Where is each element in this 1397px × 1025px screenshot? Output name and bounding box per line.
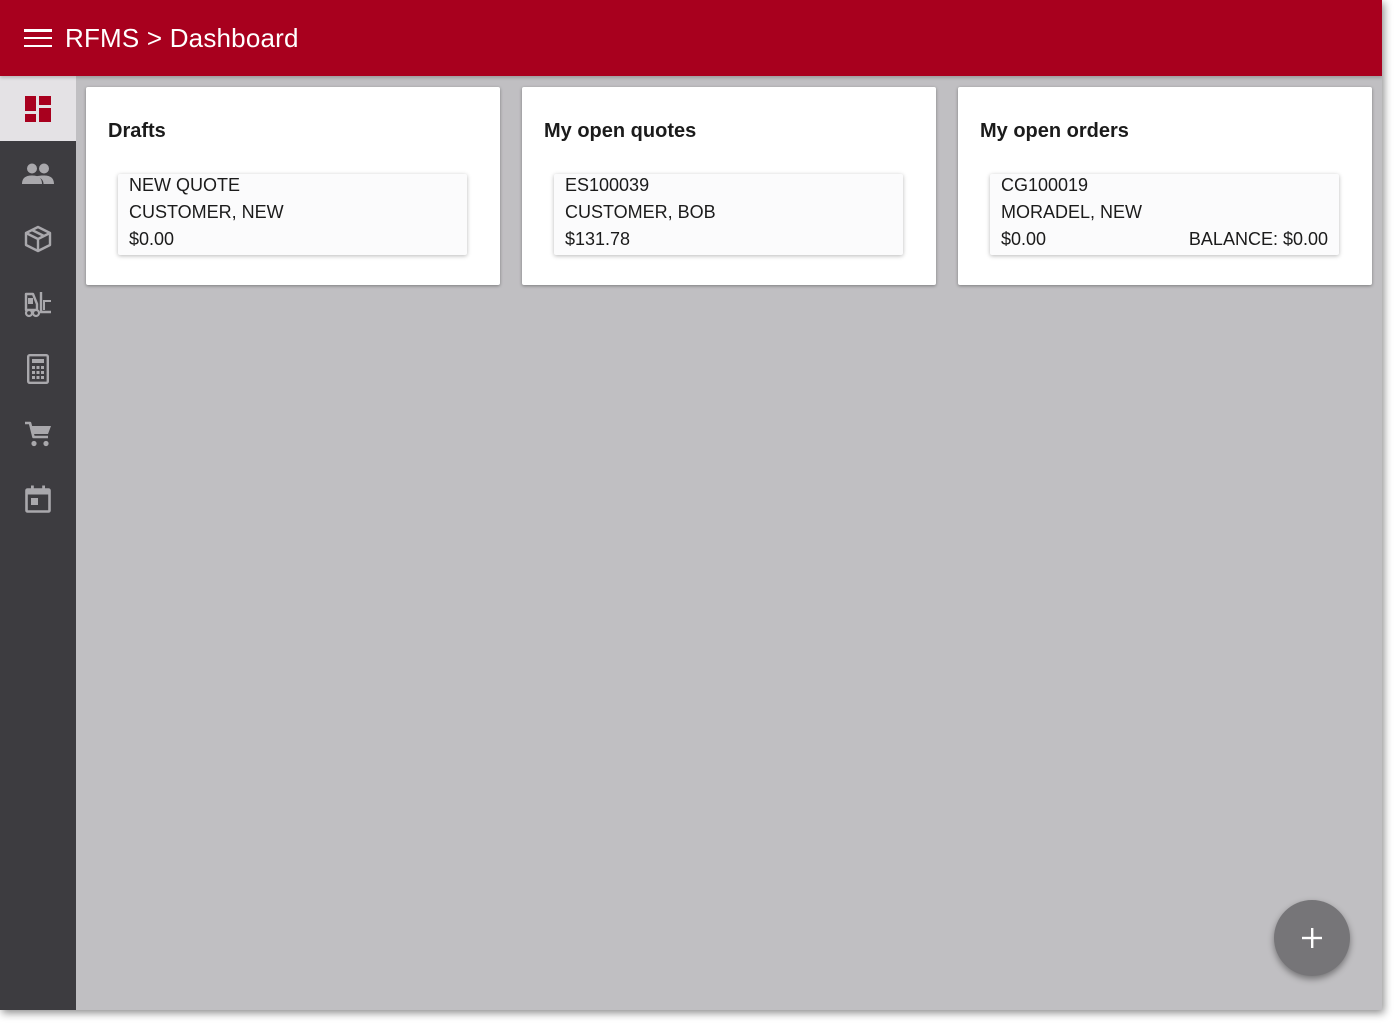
app-window: RFMS > Dashboard Drafts NEW QUOTE CUSTOM… [0,0,1382,1010]
sidebar-item-orders[interactable] [0,401,76,466]
page-title: RFMS > Dashboard [65,22,299,53]
dashboard-content: Drafts NEW QUOTE CUSTOMER, NEW $0.00 My … [76,76,1382,1010]
sidebar-item-calendar[interactable] [0,466,76,531]
cart-icon [25,421,51,446]
entry-balance: BALANCE: $0.00 [1188,229,1328,249]
entry-number: ES100039 [565,175,650,195]
add-new-button[interactable] [1274,900,1350,976]
entry-customer: CUSTOMER, BOB [565,202,716,222]
box-icon [24,225,52,252]
sidebar-nav [0,76,76,1010]
top-app-bar: RFMS > Dashboard [0,0,1382,76]
plus-icon [1302,928,1322,948]
dashboard-icon [25,95,51,122]
people-icon [22,163,54,184]
entry-amount: $0.00 [1001,229,1047,249]
drafts-card: Drafts NEW QUOTE CUSTOMER, NEW $0.00 [86,87,500,285]
entry-number: CG100019 [1001,175,1089,195]
card-title: Drafts [108,120,166,142]
card-title: My open orders [980,120,1129,142]
calendar-icon [25,485,51,513]
calculator-icon [27,353,49,384]
entry-number: NEW QUOTE [129,175,240,195]
open-orders-card: My open orders CG100019 MORADEL, NEW $0.… [958,87,1372,285]
sidebar-item-products[interactable] [0,206,76,271]
entry-customer: CUSTOMER, NEW [129,202,284,222]
sidebar-item-quotes[interactable] [0,336,76,401]
forklift-icon [24,291,51,317]
hamburger-menu-icon[interactable] [24,27,52,49]
entry-amount: $131.78 [565,229,631,249]
sidebar-item-dashboard[interactable] [0,76,76,141]
entry-amount: $0.00 [129,229,175,249]
open-quotes-card: My open quotes ES100039 CUSTOMER, BOB $1… [522,87,936,285]
sidebar-item-inventory[interactable] [0,271,76,336]
draft-entry[interactable]: NEW QUOTE CUSTOMER, NEW $0.00 [118,174,467,255]
quote-entry[interactable]: ES100039 CUSTOMER, BOB $131.78 [554,174,903,255]
sidebar-item-customers[interactable] [0,141,76,206]
card-title: My open quotes [544,120,697,142]
entry-customer: MORADEL, NEW [1001,202,1143,222]
order-entry[interactable]: CG100019 MORADEL, NEW $0.00 BALANCE: $0.… [990,174,1339,255]
